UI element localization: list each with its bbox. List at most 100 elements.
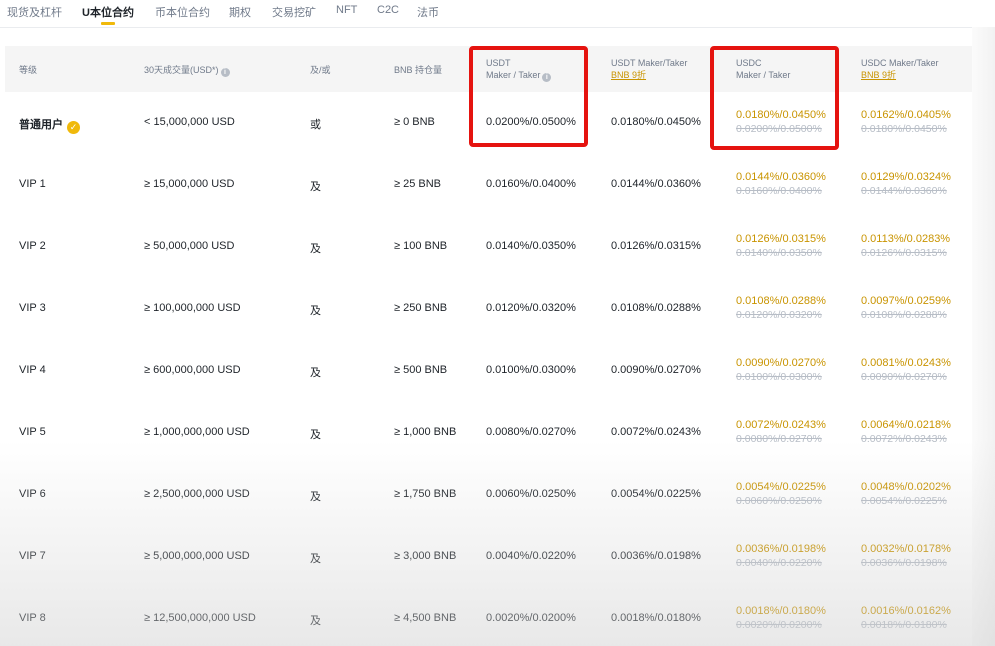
tab-nft[interactable]: NFT [336,4,357,16]
usdc-bnb-original-fee: 0.0144%/0.0360% [861,185,947,197]
table-row: VIP 8 ≥ 12,500,000,000 USD 及 ≥ 4,500 BNB 0.0… [5,588,972,646]
usdc-bnb-original-fee: 0.0072%/0.0243% [861,433,947,445]
row-bnb-holding: ≥ 1,000 BNB [394,426,457,438]
tab-coinm-futures[interactable]: 币本位合约 [155,4,210,20]
header-bnb-holding: BNB 持仓量 [394,65,443,75]
header-volume: 30天成交量(USD*) i [144,64,230,77]
row-usdc-bnb-fee: 0.0048%/0.0202% 0.0054%/0.0225% [861,480,951,508]
row-usdc-bnb-fee: 0.0097%/0.0259% 0.0108%/0.0288% [861,294,951,322]
table-row: VIP 2 ≥ 50,000,000 USD 及 ≥ 100 BNB 0.0140%/0… [5,216,972,279]
header-usdc-bnb-line1: USDC Maker/Taker [861,58,939,68]
usdc-discounted-fee: 0.0126%/0.0315% [736,233,826,245]
tab-spot-margin[interactable]: 现货及杠杆 [7,4,62,20]
row-usdt-fee: 0.0040%/0.0220% [486,550,576,562]
row-level-label: VIP 8 [19,612,46,624]
row-level: VIP 4 [19,364,46,376]
contract-type-tabs: 现货及杠杆 U本位合约 币本位合约 期权 交易挖矿 NFT C2C 法币 [0,0,995,28]
table-row: VIP 1 ≥ 15,000,000 USD 及 ≥ 25 BNB 0.0160%/0.… [5,154,972,217]
row-usdt-fee: 0.0120%/0.0320% [486,302,576,314]
usdc-bnb-discounted-fee: 0.0097%/0.0259% [861,295,951,307]
tab-liquidity-mining[interactable]: 交易挖矿 [272,4,316,20]
row-usdc-fee: 0.0126%/0.0315% 0.0140%/0.0350% [736,232,826,260]
row-volume: ≥ 600,000,000 USD [144,364,241,376]
usdc-bnb-discounted-fee: 0.0048%/0.0202% [861,481,951,493]
row-usdt-bnb-fee: 0.0090%/0.0270% [611,364,701,376]
usdc-bnb-discounted-fee: 0.0162%/0.0405% [861,109,951,121]
row-usdt-fee: 0.0020%/0.0200% [486,612,576,624]
row-usdc-bnb-fee: 0.0081%/0.0243% 0.0090%/0.0270% [861,356,951,384]
scroll-edge [972,27,995,646]
row-usdc-fee: 0.0108%/0.0288% 0.0120%/0.0320% [736,294,826,322]
row-usdt-bnb-fee: 0.0054%/0.0225% [611,488,701,500]
row-usdt-bnb-fee: 0.0072%/0.0243% [611,426,701,438]
row-usdc-fee: 0.0036%/0.0198% 0.0040%/0.0220% [736,542,826,570]
row-level-label: 普通用户 [19,119,63,131]
row-level-label: VIP 5 [19,426,46,438]
header-usdt-bnb-fee: USDT Maker/Taker BNB 9折 [611,57,687,81]
row-level: 普通用户 ✓ [19,116,80,134]
usdc-discounted-fee: 0.0036%/0.0198% [736,543,826,555]
usdc-discounted-fee: 0.0054%/0.0225% [736,481,826,493]
row-level-label: VIP 7 [19,550,46,562]
row-volume: ≥ 50,000,000 USD [144,240,235,252]
usdc-discounted-fee: 0.0090%/0.0270% [736,357,826,369]
row-andor: 及 [310,367,321,379]
usdc-original-fee: 0.0060%/0.0250% [736,495,822,507]
row-level-label: VIP 6 [19,488,46,500]
row-level: VIP 6 [19,488,46,500]
usdc-bnb-original-fee: 0.0018%/0.0180% [861,619,947,631]
row-usdt-fee: 0.0140%/0.0350% [486,240,576,252]
bnb-discount-link[interactable]: BNB 9折 [611,70,646,80]
row-usdt-fee: 0.0080%/0.0270% [486,426,576,438]
usdc-bnb-discounted-fee: 0.0129%/0.0324% [861,171,951,183]
highlight-box-usdc [710,46,839,150]
tab-usdm-futures[interactable]: U本位合约 [82,4,134,20]
usdc-original-fee: 0.0020%/0.0200% [736,619,822,631]
row-usdc-fee: 0.0090%/0.0270% 0.0100%/0.0300% [736,356,826,384]
row-usdc-fee: 0.0072%/0.0243% 0.0080%/0.0270% [736,418,826,446]
usdc-bnb-discounted-fee: 0.0113%/0.0283% [861,233,951,245]
usdc-bnb-original-fee: 0.0108%/0.0288% [861,309,947,321]
header-volume-label: 30天成交量(USD*) [144,65,219,75]
row-usdc-bnb-fee: 0.0016%/0.0162% 0.0018%/0.0180% [861,604,951,632]
row-level: VIP 1 [19,178,46,190]
usdc-bnb-discounted-fee: 0.0064%/0.0218% [861,419,951,431]
row-bnb-holding: ≥ 25 BNB [394,178,442,190]
row-level-label: VIP 1 [19,178,46,190]
row-andor: 及 [310,553,321,565]
usdc-bnb-original-fee: 0.0036%/0.0198% [861,557,947,569]
usdc-discounted-fee: 0.0072%/0.0243% [736,419,826,431]
row-usdt-fee: 0.0100%/0.0300% [486,364,576,376]
usdc-original-fee: 0.0120%/0.0320% [736,309,822,321]
row-usdt-bnb-fee: 0.0144%/0.0360% [611,178,701,190]
usdc-bnb-discounted-fee: 0.0016%/0.0162% [861,605,951,617]
table-row: VIP 3 ≥ 100,000,000 USD 及 ≥ 250 BNB 0.0120%/… [5,278,972,341]
row-usdt-fee: 0.0060%/0.0250% [486,488,576,500]
header-level: 等级 [19,65,38,75]
verified-check-icon: ✓ [67,121,80,134]
row-andor: 及 [310,429,321,441]
header-usdt-bnb-line1: USDT Maker/Taker [611,58,688,68]
tab-options[interactable]: 期权 [229,4,251,20]
row-usdc-bnb-fee: 0.0129%/0.0324% 0.0144%/0.0360% [861,170,951,198]
usdc-bnb-original-fee: 0.0054%/0.0225% [861,495,947,507]
row-volume: ≥ 5,000,000,000 USD [144,550,250,562]
tab-fiat[interactable]: 法币 [417,4,439,20]
row-usdc-fee: 0.0018%/0.0180% 0.0020%/0.0200% [736,604,826,632]
row-usdt-bnb-fee: 0.0108%/0.0288% [611,302,701,314]
row-level-label: VIP 4 [19,364,46,376]
row-usdc-bnb-fee: 0.0162%/0.0405% 0.0180%/0.0450% [861,108,951,136]
usdc-bnb-original-fee: 0.0090%/0.0270% [861,371,947,383]
bnb-discount-link[interactable]: BNB 9折 [861,70,896,80]
row-level: VIP 7 [19,550,46,562]
row-usdt-fee: 0.0160%/0.0400% [486,178,576,190]
row-level: VIP 2 [19,240,46,252]
tab-c2c[interactable]: C2C [377,4,399,16]
active-tab-indicator [101,22,115,25]
header-andor: 及/或 [310,65,331,75]
usdc-original-fee: 0.0080%/0.0270% [736,433,822,445]
row-usdt-bnb-fee: 0.0018%/0.0180% [611,612,701,624]
usdc-bnb-discounted-fee: 0.0081%/0.0243% [861,357,951,369]
usdc-original-fee: 0.0100%/0.0300% [736,371,822,383]
info-icon[interactable]: i [220,68,230,77]
